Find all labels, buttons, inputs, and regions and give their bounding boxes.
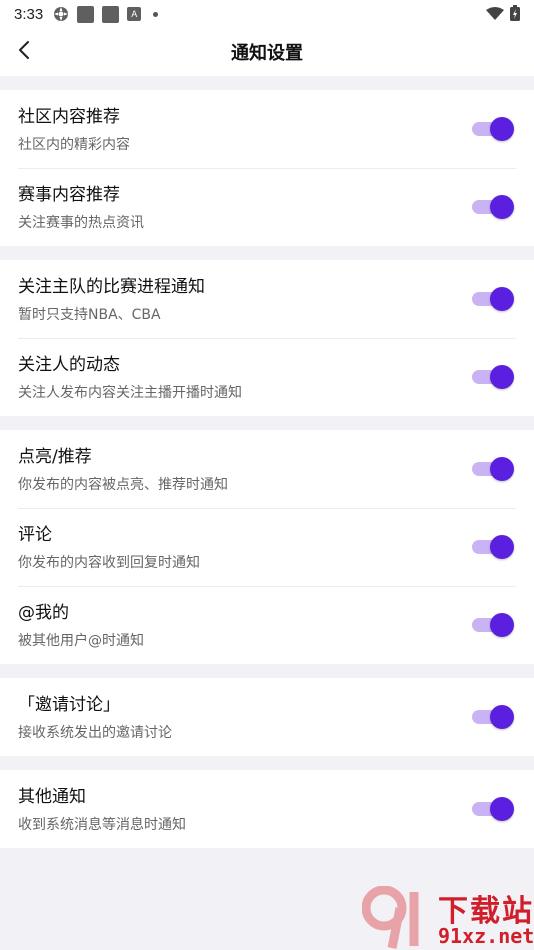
app-square-icon	[77, 5, 95, 23]
watermark: 下载站 91xz.net	[361, 885, 534, 950]
setting-row-community[interactable]: 社区内容推荐 社区内的精彩内容	[0, 90, 534, 168]
status-right	[486, 5, 520, 25]
setting-row-follow-activity[interactable]: 关注人的动态 关注人发布内容关注主播开播时通知	[0, 338, 534, 416]
setting-title: 关注主队的比赛进程通知	[18, 277, 205, 297]
setting-subtitle: 被其他用户@时通知	[18, 633, 144, 649]
setting-title: 「邀请讨论」	[18, 695, 120, 715]
setting-row-other[interactable]: 其他通知 收到系统消息等消息时通知	[0, 770, 534, 848]
settings-group-interaction: 点亮/推荐 你发布的内容被点亮、推荐时通知 评论 你发布的内容收到回复时通知 @…	[0, 430, 534, 664]
setting-subtitle: 你发布的内容被点亮、推荐时通知	[18, 477, 228, 493]
settings-gear-icon	[53, 6, 69, 22]
setting-subtitle: 收到系统消息等消息时通知	[18, 817, 186, 833]
setting-title: 点亮/推荐	[18, 447, 92, 467]
back-button[interactable]	[8, 36, 40, 68]
status-bar: 3:33 A	[0, 0, 534, 28]
settings-group-other: 其他通知 收到系统消息等消息时通知	[0, 770, 534, 848]
toggle-switch[interactable]	[472, 117, 514, 141]
setting-title: 评论	[18, 525, 52, 545]
page-title: 通知设置	[231, 43, 303, 64]
toggle-switch[interactable]	[472, 287, 514, 311]
setting-subtitle: 暂时只支持NBA、CBA	[18, 307, 161, 323]
setting-subtitle: 你发布的内容收到回复时通知	[18, 555, 200, 571]
settings-list: 社区内容推荐 社区内的精彩内容 赛事内容推荐 关注赛事的热点资讯 关注主队的比赛…	[0, 90, 534, 862]
setting-title: @我的	[18, 603, 69, 623]
setting-title: 关注人的动态	[18, 355, 120, 375]
watermark-url: 91xz.net	[438, 924, 534, 948]
toggle-switch[interactable]	[472, 457, 514, 481]
setting-row-invite-discussion[interactable]: 「邀请讨论」 接收系统发出的邀请讨论	[0, 678, 534, 756]
setting-row-team-progress[interactable]: 关注主队的比赛进程通知 暂时只支持NBA、CBA	[0, 260, 534, 338]
setting-title: 赛事内容推荐	[18, 185, 120, 205]
app-header: 通知设置	[0, 28, 534, 76]
toggle-switch[interactable]	[472, 797, 514, 821]
setting-subtitle: 关注人发布内容关注主播开播时通知	[18, 385, 242, 401]
dot-icon	[153, 11, 159, 17]
watermark-logo-icon	[361, 885, 432, 950]
setting-row-comments[interactable]: 评论 你发布的内容收到回复时通知	[0, 508, 534, 586]
toggle-switch[interactable]	[472, 195, 514, 219]
setting-row-events[interactable]: 赛事内容推荐 关注赛事的热点资讯	[0, 168, 534, 246]
toggle-switch[interactable]	[472, 365, 514, 389]
setting-title: 其他通知	[18, 787, 86, 807]
settings-group-invite: 「邀请讨论」 接收系统发出的邀请讨论	[0, 678, 534, 756]
status-time: 3:33	[14, 5, 44, 23]
toggle-switch[interactable]	[472, 613, 514, 637]
chevron-left-icon	[17, 40, 31, 64]
wifi-icon	[486, 6, 504, 25]
setting-row-mentions[interactable]: @我的 被其他用户@时通知	[0, 586, 534, 664]
setting-row-likes[interactable]: 点亮/推荐 你发布的内容被点亮、推荐时通知	[0, 430, 534, 508]
toggle-switch[interactable]	[472, 535, 514, 559]
battery-icon	[510, 5, 520, 25]
setting-title: 社区内容推荐	[18, 107, 120, 127]
settings-group-recommend: 社区内容推荐 社区内的精彩内容 赛事内容推荐 关注赛事的热点资讯	[0, 90, 534, 246]
setting-subtitle: 接收系统发出的邀请讨论	[18, 725, 172, 741]
setting-subtitle: 社区内的精彩内容	[18, 137, 130, 153]
toggle-switch[interactable]	[472, 705, 514, 729]
app-a-icon: A	[127, 7, 142, 21]
setting-subtitle: 关注赛事的热点资讯	[18, 215, 144, 231]
app-square-icon	[102, 5, 120, 23]
settings-group-follow: 关注主队的比赛进程通知 暂时只支持NBA、CBA 关注人的动态 关注人发布内容关…	[0, 260, 534, 416]
